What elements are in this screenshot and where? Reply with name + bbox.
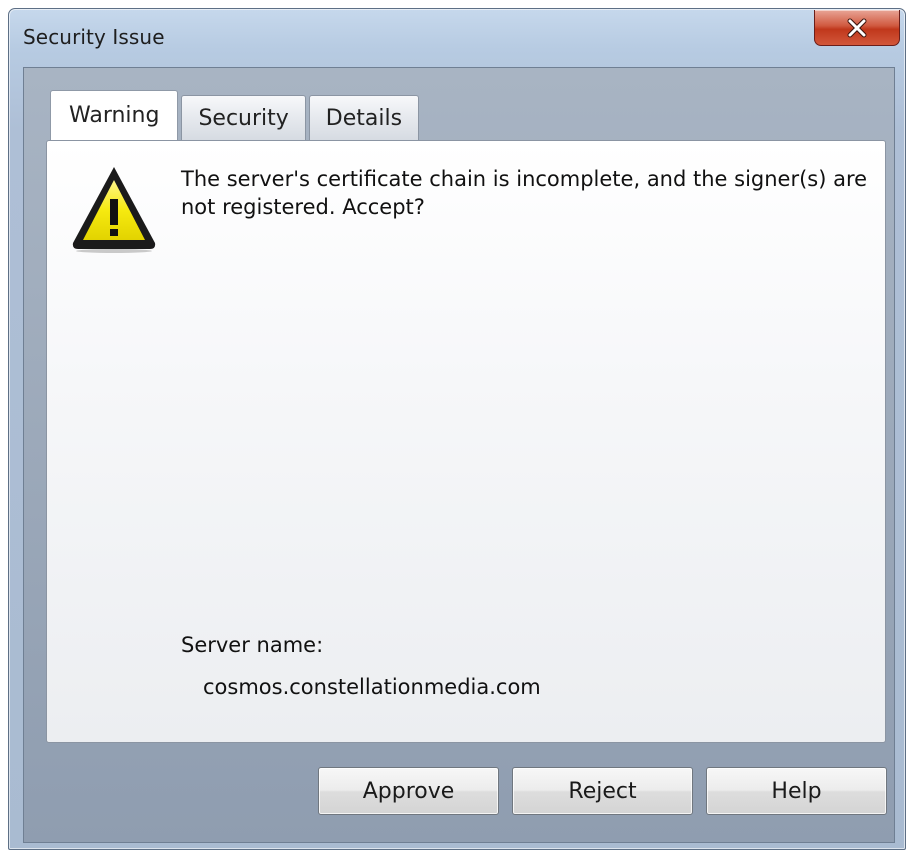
warning-panel: The server's certificate chain is incomp…	[46, 140, 886, 743]
tab-strip: Warning Security Details	[50, 90, 422, 140]
window-title: Security Issue	[23, 25, 165, 49]
close-button[interactable]	[814, 10, 900, 46]
tab-details[interactable]: Details	[308, 95, 420, 140]
server-name-value: cosmos.constellationmedia.com	[203, 675, 541, 699]
close-icon	[847, 18, 867, 37]
tab-security[interactable]: Security	[181, 95, 306, 140]
security-issue-dialog: Security Issue Warning Security Details	[8, 8, 906, 850]
server-name-label: Server name:	[181, 633, 324, 657]
warning-message: The server's certificate chain is incomp…	[181, 167, 868, 219]
help-button[interactable]: Help	[706, 767, 887, 815]
dialog-body: Warning Security Details The server's ce…	[23, 67, 895, 843]
tab-warning[interactable]: Warning	[50, 90, 179, 140]
approve-button[interactable]: Approve	[318, 767, 499, 815]
warning-triangle-icon	[72, 167, 156, 253]
reject-button[interactable]: Reject	[512, 767, 693, 815]
